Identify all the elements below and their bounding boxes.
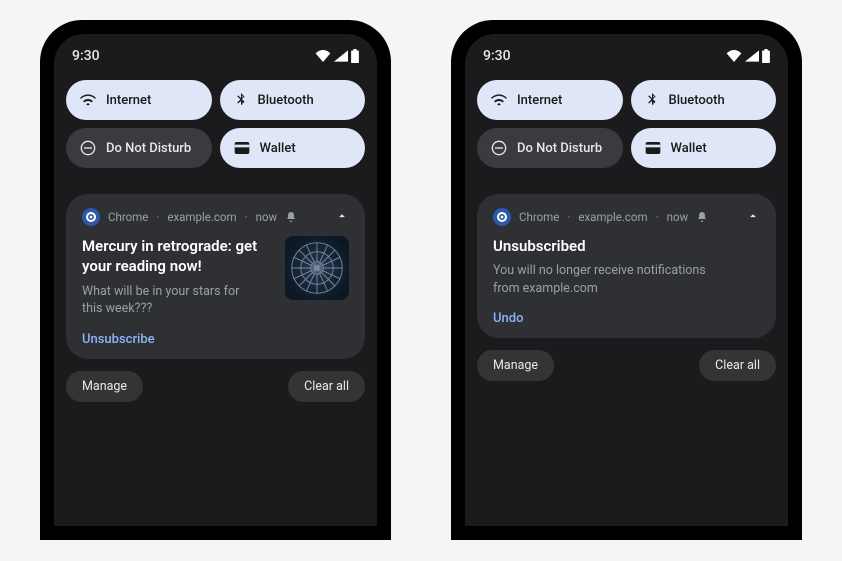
clock: 9:30 [72,48,100,64]
screen: 9:30 Internet Bluetooth Do Not Disturb [54,34,377,526]
qs-label: Internet [106,93,151,108]
timestamp: now [256,210,278,224]
status-bar: 9:30 [66,48,365,64]
qs-label: Do Not Disturb [517,141,602,156]
clear-all-button[interactable]: Clear all [699,350,776,381]
phone-left: 9:30 Internet Bluetooth Do Not Disturb [40,20,391,540]
notification-footer: Manage Clear all [66,371,365,402]
wallet-icon [645,141,661,155]
notification-message: What will be in your stars for this week… [82,283,273,318]
qs-label: Wallet [260,141,296,156]
timestamp: now [667,210,689,224]
qs-internet-tile[interactable]: Internet [477,80,623,120]
notification-header: Chrome · example.com · now [493,208,760,226]
qs-internet-tile[interactable]: Internet [66,80,212,120]
qs-label: Internet [517,93,562,108]
phone-right: 9:30 Internet Bluetooth Do Not Disturb [451,20,802,540]
notification-body: Mercury in retrograde: get your reading … [82,236,349,318]
qs-label: Bluetooth [669,93,725,108]
signal-icon [745,50,759,62]
dnd-icon [80,140,96,156]
bell-icon [696,211,708,223]
wifi-icon [491,92,507,108]
clock: 9:30 [483,48,511,64]
bluetooth-icon [645,92,659,108]
qs-dnd-tile[interactable]: Do Not Disturb [66,128,212,168]
app-name: Chrome [519,210,559,224]
qs-label: Wallet [671,141,707,156]
qs-dnd-tile[interactable]: Do Not Disturb [477,128,623,168]
chrome-icon [82,208,100,226]
signal-icon [334,50,348,62]
chrome-icon [493,208,511,226]
notification-footer: Manage Clear all [477,350,776,381]
collapse-icon[interactable] [746,209,760,226]
separator: · [656,210,659,224]
bell-icon [285,211,297,223]
notification-body: Unsubscribed You will no longer receive … [493,236,760,297]
quick-settings: Internet Bluetooth Do Not Disturb Wallet [66,80,365,168]
notification-title: Mercury in retrograde: get your reading … [82,236,273,277]
qs-wallet-tile[interactable]: Wallet [631,128,777,168]
undo-action[interactable]: Undo [493,311,760,326]
notification-header: Chrome · example.com · now [82,208,349,226]
quick-settings: Internet Bluetooth Do Not Disturb Wallet [477,80,776,168]
notification-title: Unsubscribed [493,236,760,256]
notification-thumbnail [285,236,349,300]
separator: · [245,210,248,224]
dnd-icon [491,140,507,156]
qs-bluetooth-tile[interactable]: Bluetooth [220,80,366,120]
manage-button[interactable]: Manage [66,371,143,402]
wifi-icon [80,92,96,108]
wallet-icon [234,141,250,155]
battery-icon [351,49,359,63]
battery-icon [762,49,770,63]
status-icons [315,49,359,63]
clear-all-button[interactable]: Clear all [288,371,365,402]
status-bar: 9:30 [477,48,776,64]
zodiac-icon [290,241,344,295]
bluetooth-icon [234,92,248,108]
qs-wallet-tile[interactable]: Wallet [220,128,366,168]
status-icons [726,49,770,63]
wifi-icon [726,50,742,62]
separator: · [156,210,159,224]
source: example.com [578,210,647,224]
notification-card[interactable]: Chrome · example.com · now Unsubscribed … [477,194,776,338]
notification-message: You will no longer receive notifications… [493,262,760,297]
unsubscribe-action[interactable]: Unsubscribe [82,332,349,347]
notification-card[interactable]: Chrome · example.com · now Mercury in re… [66,194,365,359]
separator: · [567,210,570,224]
qs-bluetooth-tile[interactable]: Bluetooth [631,80,777,120]
collapse-icon[interactable] [335,209,349,226]
source: example.com [167,210,236,224]
app-name: Chrome [108,210,148,224]
qs-label: Bluetooth [258,93,314,108]
wifi-icon [315,50,331,62]
screen: 9:30 Internet Bluetooth Do Not Disturb [465,34,788,526]
qs-label: Do Not Disturb [106,141,191,156]
manage-button[interactable]: Manage [477,350,554,381]
